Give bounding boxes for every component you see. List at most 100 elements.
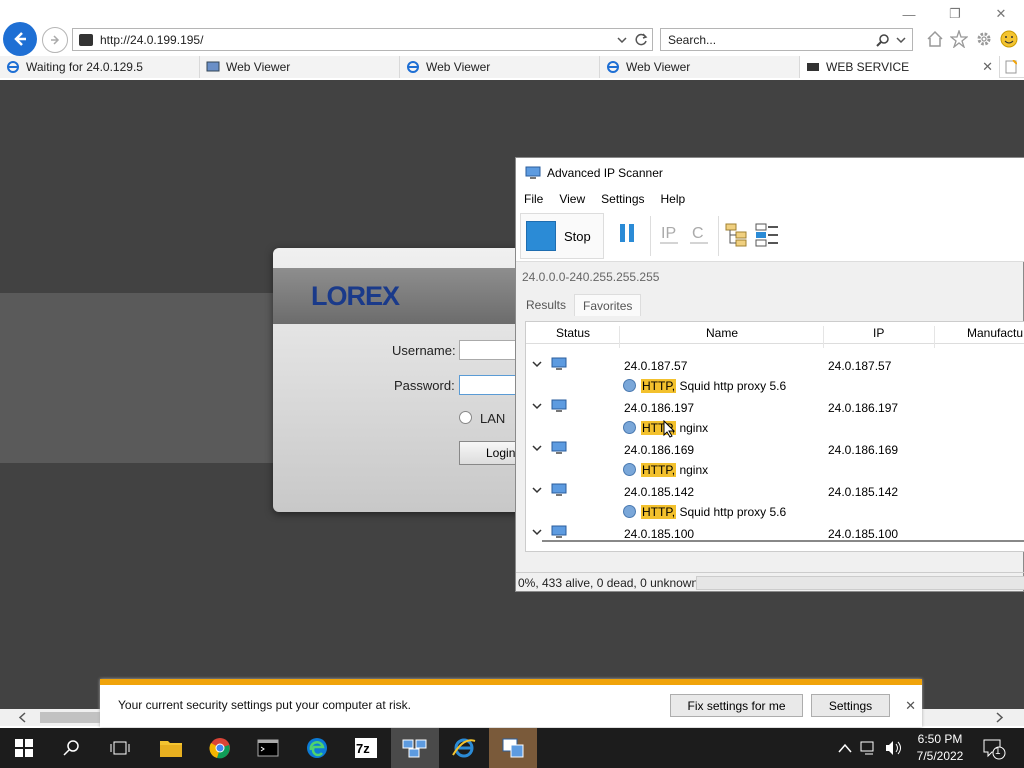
task-view-icon	[110, 741, 130, 755]
new-tab-button[interactable]	[1000, 56, 1022, 78]
close-button[interactable]: ✕	[978, 0, 1024, 28]
smiley-feedback-icon[interactable]	[1000, 30, 1018, 48]
task-view-button[interactable]	[96, 728, 144, 768]
ip-scan-icon[interactable]: IP	[658, 222, 680, 248]
clock-time: 6:50 PM	[917, 732, 963, 746]
menu-settings[interactable]: Settings	[601, 192, 644, 206]
tab-web-viewer-2[interactable]: Web Viewer	[400, 56, 600, 78]
search-taskbar-button[interactable]	[48, 728, 96, 768]
back-button[interactable]	[3, 22, 37, 56]
service-row[interactable]: HTTP, nginx	[526, 460, 1024, 481]
table-row[interactable]: 24.0.186.197 24.0.186.197	[526, 397, 1024, 418]
scroll-left-icon[interactable]	[18, 712, 26, 723]
svg-text:C: C	[692, 225, 704, 242]
lan-radio[interactable]	[459, 411, 472, 424]
table-row[interactable]: 24.0.187.57 24.0.187.57	[526, 355, 1024, 376]
address-bar[interactable]: http://24.0.199.195/	[72, 28, 653, 51]
ip-range-field[interactable]: 24.0.0.0-240.255.255.255	[522, 270, 659, 284]
chevron-down-icon[interactable]	[531, 484, 543, 496]
ip-scanner-taskbar-button[interactable]	[391, 728, 439, 768]
class-c-icon[interactable]: C	[688, 222, 710, 248]
search-icon[interactable]	[876, 33, 890, 47]
volume-icon[interactable]	[884, 740, 902, 756]
collapse-all-icon[interactable]	[754, 222, 780, 248]
7zip-button[interactable]: 7z	[342, 728, 390, 768]
home-icon[interactable]	[926, 30, 944, 48]
host-name: 24.0.186.197	[624, 401, 695, 415]
restore-button[interactable]: ❐	[932, 0, 978, 28]
internet-explorer-button[interactable]	[440, 728, 488, 768]
service-entry[interactable]: HTTP, nginx	[641, 463, 708, 477]
clock[interactable]: 6:50 PM 7/5/2022	[905, 731, 975, 765]
chrome-button[interactable]	[196, 728, 244, 768]
chevron-up-icon[interactable]	[838, 743, 852, 753]
scrollbar-thumb[interactable]	[40, 712, 100, 723]
column-manufacturer[interactable]: Manufactu	[967, 326, 1023, 340]
tab-waiting[interactable]: Waiting for 24.0.129.5	[0, 56, 200, 78]
search-placeholder[interactable]: Search...	[668, 33, 876, 47]
minimize-button[interactable]: —	[886, 0, 932, 28]
tab-web-service[interactable]: WEB SERVICE ✕	[800, 56, 1000, 78]
scanner-toolbar: Stop IP C	[516, 210, 1024, 262]
start-button[interactable]	[0, 728, 48, 768]
scanner-titlebar[interactable]: Advanced IP Scanner	[516, 158, 1024, 188]
network-app-button[interactable]	[489, 728, 537, 768]
globe-icon	[623, 421, 636, 434]
settings-button[interactable]: Settings	[811, 694, 890, 717]
tab-web-viewer-1[interactable]: Web Viewer	[200, 56, 400, 78]
gear-icon[interactable]	[975, 30, 993, 48]
menu-file[interactable]: File	[524, 192, 543, 206]
service-entry[interactable]: HTTP, Squid http proxy 5.6	[641, 379, 786, 393]
column-status[interactable]: Status	[556, 326, 590, 340]
forward-button[interactable]	[42, 27, 68, 53]
address-url[interactable]: http://24.0.199.195/	[100, 33, 614, 47]
chevron-down-icon[interactable]	[531, 358, 543, 370]
tab-results[interactable]: Results	[518, 294, 575, 316]
favorites-star-icon[interactable]	[950, 30, 968, 48]
scroll-right-icon[interactable]	[996, 712, 1004, 723]
service-row[interactable]: HTTP, Squid http proxy 5.6	[526, 376, 1024, 397]
stop-button[interactable]: Stop	[520, 213, 604, 259]
search-box[interactable]: Search...	[660, 28, 913, 51]
globe-icon	[623, 505, 636, 518]
chevron-down-icon[interactable]	[896, 36, 906, 43]
grid-scrollbar[interactable]	[542, 540, 1024, 542]
tab-favorites[interactable]: Favorites	[574, 294, 642, 316]
table-row[interactable]: 24.0.185.142 24.0.185.142	[526, 481, 1024, 502]
menu-help[interactable]: Help	[661, 192, 686, 206]
tab-web-viewer-3[interactable]: Web Viewer	[600, 56, 800, 78]
file-explorer-button[interactable]	[147, 728, 195, 768]
refresh-icon[interactable]	[630, 33, 652, 46]
action-center-icon[interactable]	[982, 738, 1006, 760]
column-name[interactable]: Name	[706, 326, 738, 340]
pause-icon[interactable]	[618, 222, 636, 244]
table-row[interactable]: 24.0.186.169 24.0.186.169	[526, 439, 1024, 460]
close-notification-icon[interactable]: ✕	[905, 698, 916, 714]
chevron-down-icon[interactable]	[531, 442, 543, 454]
chevron-down-icon[interactable]	[531, 526, 543, 538]
folder-icon	[160, 741, 182, 757]
edge-button[interactable]	[293, 728, 341, 768]
terminal-button[interactable]	[244, 728, 292, 768]
svg-text:IP: IP	[661, 225, 676, 242]
http-link[interactable]: HTTP,	[641, 505, 677, 519]
column-ip[interactable]: IP	[873, 326, 884, 340]
clock-date: 7/5/2022	[916, 749, 964, 763]
menu-view[interactable]: View	[559, 192, 585, 206]
network-icon[interactable]	[860, 740, 878, 756]
host-pc-icon	[551, 525, 567, 538]
expand-all-icon[interactable]	[724, 222, 750, 248]
column-divider	[823, 326, 824, 348]
service-row[interactable]: HTTP, Squid http proxy 5.6	[526, 502, 1024, 523]
service-entry[interactable]: HTTP, Squid http proxy 5.6	[641, 505, 786, 519]
host-pc-icon	[551, 483, 567, 496]
chevron-down-icon[interactable]	[531, 400, 543, 412]
chevron-down-icon[interactable]	[614, 36, 630, 43]
host-ip: 24.0.187.57	[828, 359, 892, 373]
http-link[interactable]: HTTP,	[641, 379, 677, 393]
service-row[interactable]: HTTP, nginx	[526, 418, 1024, 439]
tab-label: Waiting for 24.0.129.5	[26, 60, 143, 74]
fix-settings-button[interactable]: Fix settings for me	[670, 694, 803, 717]
close-tab-icon[interactable]: ✕	[982, 59, 993, 75]
http-link[interactable]: HTTP,	[641, 463, 677, 477]
